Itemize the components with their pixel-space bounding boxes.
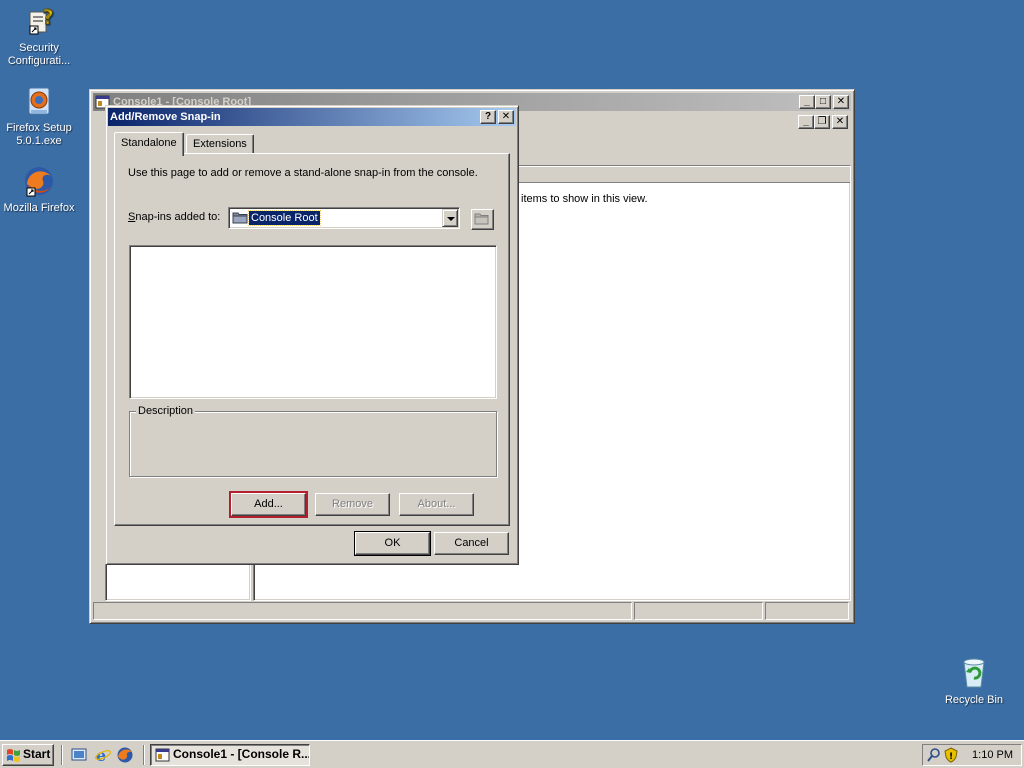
- clock[interactable]: 1:10 PM: [972, 749, 1013, 761]
- child-caption-buttons: _ ❐ ✕: [796, 115, 848, 129]
- tab-extensions[interactable]: Extensions: [186, 134, 254, 154]
- remove-button[interactable]: Remove: [315, 493, 390, 516]
- browse-folder-icon: [474, 213, 489, 225]
- description-label: Description: [136, 405, 196, 417]
- start-button[interactable]: Start: [2, 744, 54, 766]
- desktop-icon-firefox-setup[interactable]: Firefox Setup 5.0.1.exe: [1, 84, 77, 148]
- mmc-status-bar: [93, 602, 851, 620]
- firefox-icon: [22, 164, 56, 198]
- recycle-bin-icon: [957, 656, 991, 690]
- desktop-icon-label: Mozilla Firefox: [3, 202, 75, 214]
- security-config-icon: ?: [22, 4, 56, 38]
- svg-text:!: !: [949, 752, 953, 762]
- result-empty-text: items to show in this view.: [521, 193, 648, 205]
- browse-folder-button[interactable]: [471, 209, 494, 230]
- child-restore-icon[interactable]: ❐: [814, 115, 830, 129]
- tab-standalone[interactable]: Standalone: [114, 132, 184, 156]
- internet-explorer-icon[interactable]: e: [94, 746, 112, 765]
- child-close-icon[interactable]: ✕: [832, 115, 848, 129]
- desktop-icon-security-config[interactable]: ? Security Configurati...: [1, 4, 77, 68]
- maximize-icon[interactable]: □: [815, 95, 831, 109]
- desktop-icon-label: Recycle Bin: [944, 694, 1004, 706]
- system-tray: ! 1:10 PM: [922, 744, 1022, 766]
- child-minimize-icon[interactable]: _: [798, 115, 814, 129]
- standalone-tab-panel: Use this page to add or remove a stand-a…: [114, 153, 510, 526]
- help-icon[interactable]: ?: [480, 110, 496, 124]
- add-remove-snapin-dialog: Add/Remove Snap-in ? ✕ Standalone Extens…: [105, 105, 519, 565]
- desktop-icon-label: Firefox Setup 5.0.1.exe: [6, 122, 72, 147]
- show-desktop-icon[interactable]: [70, 746, 88, 764]
- instruction-text: Use this page to add or remove a stand-a…: [128, 167, 478, 179]
- desktop-icon-mozilla-firefox[interactable]: Mozilla Firefox: [1, 164, 77, 215]
- start-label: Start: [23, 747, 51, 761]
- snapins-list[interactable]: [129, 245, 497, 399]
- snapins-added-to-label: Snap-ins added to:: [128, 211, 220, 223]
- taskbar-button-label: Console1 - [Console R...: [173, 747, 310, 761]
- windows-logo-icon: [6, 748, 21, 762]
- taskbar-separator: [143, 745, 145, 765]
- dialog-title-text: Add/Remove Snap-in: [110, 111, 221, 123]
- cancel-button[interactable]: Cancel: [434, 532, 509, 555]
- status-pane-main: [93, 602, 632, 620]
- desktop-icon-recycle-bin[interactable]: Recycle Bin: [936, 656, 1012, 707]
- ok-button[interactable]: OK: [354, 531, 431, 556]
- search-icon[interactable]: [926, 747, 942, 763]
- snapins-added-to-combo[interactable]: Console Root: [228, 207, 460, 229]
- taskbar-button-console1[interactable]: Console1 - [Console R...: [150, 744, 310, 766]
- dialog-title-bar[interactable]: Add/Remove Snap-in ? ✕: [108, 108, 516, 126]
- security-alert-icon[interactable]: !: [943, 747, 959, 763]
- taskbar: Start e Console1 - [Console R... ! 1:10 …: [0, 740, 1024, 768]
- combo-selected-value: Console Root: [248, 210, 321, 226]
- firefox-setup-icon: [22, 84, 56, 118]
- status-pane-2: [633, 602, 764, 620]
- chevron-down-icon[interactable]: [442, 209, 458, 227]
- desktop-icon-label: Security Configurati...: [7, 42, 71, 67]
- firefox-quicklaunch-icon[interactable]: [116, 746, 134, 764]
- mmc-app-icon: [155, 747, 171, 763]
- svg-text:?: ?: [42, 5, 54, 29]
- minimize-icon[interactable]: _: [799, 95, 815, 109]
- taskbar-separator: [61, 745, 63, 765]
- status-pane-3: [765, 602, 849, 620]
- folder-icon: [232, 211, 248, 224]
- description-groupbox: Description: [129, 405, 497, 477]
- add-button[interactable]: Add...: [231, 493, 306, 516]
- close-icon[interactable]: ✕: [498, 110, 514, 124]
- snapins-label-rest: nap-ins added to:: [135, 211, 221, 223]
- about-button[interactable]: About...: [399, 493, 474, 516]
- close-icon[interactable]: ✕: [833, 95, 849, 109]
